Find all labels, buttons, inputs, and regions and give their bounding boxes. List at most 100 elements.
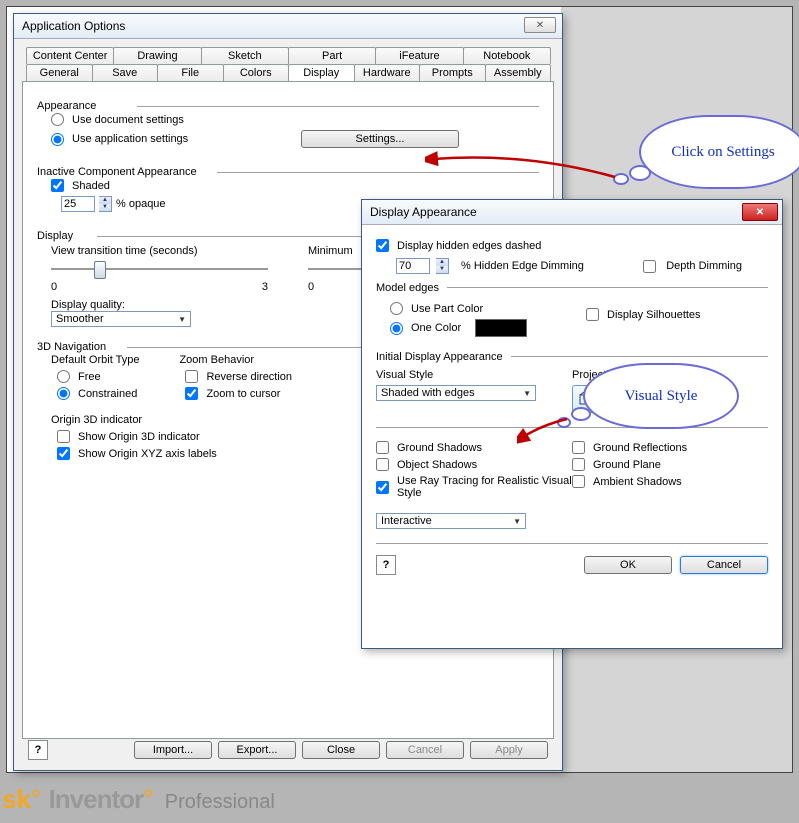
use-part-color-label: Use Part Color bbox=[411, 303, 483, 315]
ground-shadows-label: Ground Shadows bbox=[397, 442, 482, 454]
tab-ifeature[interactable]: iFeature bbox=[375, 47, 463, 64]
tab-assembly[interactable]: Assembly bbox=[485, 64, 552, 81]
raytrace-check[interactable] bbox=[376, 481, 389, 494]
cancel-dialog-button[interactable]: Cancel bbox=[386, 741, 464, 759]
ground-refl-label: Ground Reflections bbox=[593, 442, 687, 454]
app-opts-title: Application Options bbox=[22, 19, 125, 33]
visual-style-combo[interactable]: Shaded with edges ▼ bbox=[376, 385, 536, 401]
constrained-label: Constrained bbox=[78, 388, 137, 400]
object-shadows-check[interactable] bbox=[376, 458, 389, 471]
interactive-value: Interactive bbox=[381, 515, 432, 527]
orbit-label: Default Orbit Type bbox=[51, 354, 139, 366]
view-trans-label: View transition time (seconds) bbox=[51, 245, 268, 257]
reverse-label: Reverse direction bbox=[206, 371, 292, 383]
hidden-dim-input[interactable] bbox=[396, 258, 430, 274]
one-color-radio[interactable] bbox=[390, 322, 403, 335]
depth-dim-check[interactable] bbox=[643, 260, 656, 273]
scale2-left: 0 bbox=[308, 281, 314, 293]
callout-bubble bbox=[557, 417, 571, 428]
shaded-check[interactable] bbox=[51, 179, 64, 192]
shaded-label: Shaded bbox=[72, 180, 110, 192]
one-color-label: One Color bbox=[411, 322, 461, 334]
hidden-dim-spinner[interactable]: ▲▼ bbox=[436, 258, 449, 274]
opaque-spinner[interactable]: ▲▼ bbox=[99, 196, 112, 212]
callout-visual: Visual Style bbox=[583, 363, 739, 429]
show-xyz-check[interactable] bbox=[57, 447, 70, 460]
model-edges-label: Model edges bbox=[376, 282, 439, 294]
quality-value: Smoother bbox=[56, 313, 104, 325]
ground-plane-check[interactable] bbox=[572, 458, 585, 471]
close-button[interactable]: ✕ bbox=[524, 17, 556, 33]
hidden-dim-label: % Hidden Edge Dimming bbox=[461, 260, 584, 272]
interactive-combo[interactable]: Interactive ▼ bbox=[376, 513, 526, 529]
constrained-radio[interactable] bbox=[57, 387, 70, 400]
tab-general[interactable]: General bbox=[26, 64, 93, 81]
brand-inventor: Inventor bbox=[49, 784, 144, 814]
tab-notebook[interactable]: Notebook bbox=[463, 47, 551, 64]
visual-style-value: Shaded with edges bbox=[381, 387, 475, 399]
disp-app-title: Display Appearance bbox=[370, 205, 477, 219]
use-part-color-radio[interactable] bbox=[390, 302, 403, 315]
callout-bubble bbox=[629, 165, 651, 181]
help-icon[interactable]: ? bbox=[28, 740, 48, 760]
tab-file[interactable]: File bbox=[157, 64, 224, 81]
callout-bubble bbox=[571, 407, 591, 421]
opaque-label: % opaque bbox=[116, 198, 166, 210]
use-doc-settings-radio[interactable] bbox=[51, 113, 64, 126]
callout-bubble bbox=[613, 173, 629, 185]
silhouettes-check[interactable] bbox=[586, 308, 599, 321]
cursor-label: Zoom to cursor bbox=[206, 388, 280, 400]
tab-content-center[interactable]: Content Center bbox=[26, 47, 114, 64]
callout-settings-text: Click on Settings bbox=[671, 144, 774, 161]
view-trans-slider[interactable] bbox=[51, 259, 268, 279]
free-radio[interactable] bbox=[57, 370, 70, 383]
disp-app-titlebar: Display Appearance ✕ bbox=[362, 200, 782, 225]
initial-label: Initial Display Appearance bbox=[376, 351, 503, 363]
cancel-button[interactable]: Cancel bbox=[680, 556, 768, 574]
tab-prompts[interactable]: Prompts bbox=[419, 64, 486, 81]
cursor-check[interactable] bbox=[185, 387, 198, 400]
zoom-label: Zoom Behavior bbox=[179, 354, 292, 366]
callout-settings: Click on Settings bbox=[639, 115, 799, 189]
tab-colors[interactable]: Colors bbox=[223, 64, 290, 81]
settings-button[interactable]: Settings... bbox=[301, 130, 459, 148]
brand-professional: Professional bbox=[165, 791, 275, 813]
visual-style-label: Visual Style bbox=[376, 369, 572, 381]
close-dialog-button[interactable]: Close bbox=[302, 741, 380, 759]
hidden-dashed-check[interactable] bbox=[376, 239, 389, 252]
ground-shadows-check[interactable] bbox=[376, 441, 389, 454]
close-icon[interactable]: ✕ bbox=[742, 203, 778, 221]
help-icon[interactable]: ? bbox=[376, 555, 396, 575]
display-appearance-dialog: Display Appearance ✕ Display hidden edge… bbox=[361, 199, 783, 649]
ambient-label: Ambient Shadows bbox=[593, 476, 682, 488]
app-opts-titlebar: Application Options ✕ bbox=[14, 14, 562, 39]
tab-display[interactable]: Display bbox=[288, 64, 355, 81]
opaque-input[interactable] bbox=[61, 196, 95, 212]
ok-button[interactable]: OK bbox=[584, 556, 672, 574]
use-app-settings-radio[interactable] bbox=[51, 133, 64, 146]
tab-drawing[interactable]: Drawing bbox=[113, 47, 201, 64]
quality-combo[interactable]: Smoother ▼ bbox=[51, 311, 191, 327]
raytrace-label: Use Ray Tracing for Realistic Visual Sty… bbox=[397, 475, 572, 499]
scale-left: 0 bbox=[51, 281, 57, 293]
ambient-check[interactable] bbox=[572, 475, 585, 488]
show-origin-label: Show Origin 3D indicator bbox=[78, 431, 200, 443]
tab-save[interactable]: Save bbox=[92, 64, 159, 81]
edge-color-swatch[interactable] bbox=[475, 319, 527, 337]
object-shadows-label: Object Shadows bbox=[397, 459, 477, 471]
import-button[interactable]: Import... bbox=[134, 741, 212, 759]
hidden-dashed-label: Display hidden edges dashed bbox=[397, 240, 541, 252]
tab-part[interactable]: Part bbox=[288, 47, 376, 64]
ground-refl-check[interactable] bbox=[572, 441, 585, 454]
apply-button[interactable]: Apply bbox=[470, 741, 548, 759]
show-origin-check[interactable] bbox=[57, 430, 70, 443]
export-button[interactable]: Export... bbox=[218, 741, 296, 759]
use-app-settings-label: Use application settings bbox=[72, 133, 188, 145]
use-doc-settings-label: Use document settings bbox=[72, 114, 184, 126]
tab-hardware[interactable]: Hardware bbox=[354, 64, 421, 81]
tab-sketch[interactable]: Sketch bbox=[201, 47, 289, 64]
scale-right: 3 bbox=[262, 281, 268, 293]
callout-visual-text: Visual Style bbox=[625, 388, 698, 405]
silhouettes-label: Display Silhouettes bbox=[607, 309, 701, 321]
reverse-check[interactable] bbox=[185, 370, 198, 383]
